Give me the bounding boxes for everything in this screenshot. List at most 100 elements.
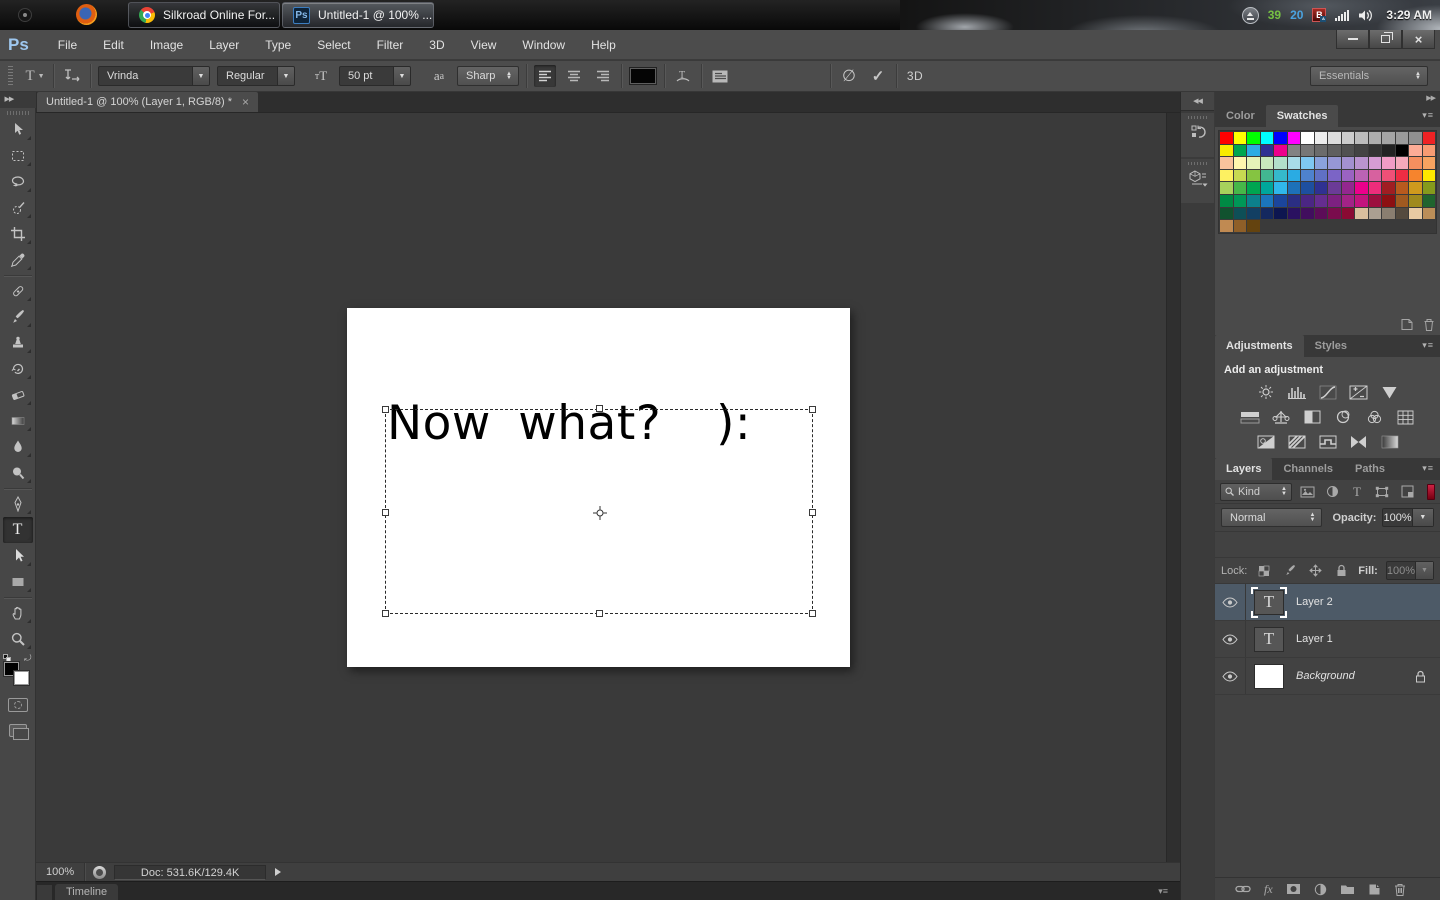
3d-button[interactable]: 3D	[904, 65, 926, 87]
new-adjustment-layer-icon[interactable]	[1314, 883, 1327, 896]
zoom-tool[interactable]	[3, 626, 33, 652]
color-swatch[interactable]	[1396, 157, 1409, 169]
document-tab-close-icon[interactable]: ×	[242, 96, 249, 108]
selective-color-icon[interactable]	[1377, 433, 1402, 451]
handle-top-right[interactable]	[809, 406, 816, 413]
color-swatch[interactable]	[1369, 195, 1382, 207]
align-left-button[interactable]	[534, 65, 556, 87]
opacity-field[interactable]: 100% ▼	[1382, 508, 1434, 527]
color-swatch[interactable]	[1234, 220, 1247, 232]
color-swatch[interactable]	[1315, 157, 1328, 169]
type-tool[interactable]: T	[3, 517, 33, 543]
menu-window[interactable]: Window	[509, 30, 578, 60]
color-swatch[interactable]	[1220, 182, 1233, 194]
tools-grip[interactable]	[7, 111, 29, 115]
expand-panels-icon[interactable]: ◀◀	[1181, 92, 1214, 111]
clone-stamp-tool[interactable]	[3, 330, 33, 356]
color-swatch[interactable]	[1220, 208, 1233, 220]
color-swatch[interactable]	[1369, 182, 1382, 194]
color-swatch[interactable]	[1382, 145, 1395, 157]
menu-select[interactable]: Select	[304, 30, 363, 60]
lock-all-icon[interactable]	[1333, 563, 1351, 579]
curves-icon[interactable]	[1315, 383, 1340, 401]
add-layer-mask-icon[interactable]	[1286, 883, 1301, 895]
color-swatch[interactable]	[1288, 195, 1301, 207]
transform-reference-point[interactable]	[593, 506, 607, 520]
text-orientation-icon[interactable]	[61, 65, 83, 87]
quick-mask-button[interactable]	[8, 698, 28, 712]
new-group-icon[interactable]	[1340, 883, 1355, 895]
color-swatch[interactable]	[1247, 208, 1260, 220]
color-swatch[interactable]	[1423, 208, 1436, 220]
lock-transparent-pixels-icon[interactable]	[1255, 563, 1273, 579]
color-swatch[interactable]	[1355, 182, 1368, 194]
blend-mode-select[interactable]: Normal ▲▼	[1221, 508, 1322, 527]
color-swatch[interactable]	[1247, 170, 1260, 182]
dodge-tool[interactable]	[3, 460, 33, 486]
canvas-page[interactable]: Now what? ):	[347, 308, 850, 667]
color-swatch[interactable]	[1288, 182, 1301, 194]
hue-saturation-icon[interactable]	[1238, 408, 1263, 426]
new-swatch-icon[interactable]	[1400, 318, 1414, 331]
color-swatch[interactable]	[1234, 157, 1247, 169]
color-swatch[interactable]	[1274, 157, 1287, 169]
handle-top-center[interactable]	[596, 405, 603, 412]
brightness-contrast-icon[interactable]	[1253, 383, 1278, 401]
layer-name[interactable]: Layer 1	[1296, 633, 1333, 645]
link-layers-icon[interactable]	[1235, 884, 1251, 894]
color-swatch[interactable]	[1423, 195, 1436, 207]
color-swatch[interactable]	[1247, 157, 1260, 169]
color-swatch[interactable]	[1247, 195, 1260, 207]
align-right-button[interactable]	[592, 65, 614, 87]
eraser-tool[interactable]	[3, 382, 33, 408]
color-swatch[interactable]	[1369, 157, 1382, 169]
clock[interactable]: 3:29 AM	[1386, 8, 1432, 22]
handle-bottom-right[interactable]	[809, 610, 816, 617]
handle-middle-left[interactable]	[382, 509, 389, 516]
font-family-dropdown-icon[interactable]: ▼	[192, 67, 209, 85]
color-swatch[interactable]	[1301, 208, 1314, 220]
gradient-map-icon[interactable]	[1346, 433, 1371, 451]
color-swatch[interactable]	[1247, 182, 1260, 194]
color-swatch[interactable]	[1315, 208, 1328, 220]
color-swatch[interactable]	[1288, 132, 1301, 144]
color-swatch[interactable]	[1328, 195, 1341, 207]
color-swatch[interactable]	[1234, 182, 1247, 194]
minimize-button[interactable]	[1336, 30, 1369, 49]
color-swatch[interactable]	[1247, 132, 1260, 144]
color-swatch[interactable]	[1423, 132, 1436, 144]
color-swatch[interactable]	[1355, 195, 1368, 207]
color-swatch[interactable]	[1396, 182, 1409, 194]
color-swatch[interactable]	[1369, 208, 1382, 220]
layer-row-background[interactable]: Background	[1215, 658, 1440, 695]
menu-layer[interactable]: Layer	[196, 30, 252, 60]
color-swatch[interactable]	[1234, 208, 1247, 220]
taskbar-button-browser[interactable]: Silkroad Online For...	[128, 2, 280, 28]
color-lookup-icon[interactable]	[1393, 408, 1418, 426]
layer-thumbnail-type[interactable]: T	[1254, 590, 1284, 615]
crop-tool[interactable]	[3, 221, 33, 247]
menu-filter[interactable]: Filter	[364, 30, 417, 60]
color-swatch[interactable]	[1355, 145, 1368, 157]
layer-name[interactable]: Layer 2	[1296, 596, 1333, 608]
color-swatch[interactable]	[1423, 157, 1436, 169]
color-swatch[interactable]	[1234, 170, 1247, 182]
lock-position-icon[interactable]	[1307, 563, 1325, 579]
tray-counter-green[interactable]: 39	[1268, 8, 1281, 22]
color-swatch[interactable]	[1247, 145, 1260, 157]
warp-text-icon[interactable]: T	[672, 65, 694, 87]
align-center-button[interactable]	[563, 65, 585, 87]
new-layer-icon[interactable]	[1368, 883, 1381, 896]
color-swatch[interactable]	[1342, 157, 1355, 169]
menu-help[interactable]: Help	[578, 30, 629, 60]
color-swatch[interactable]	[1288, 208, 1301, 220]
color-swatch[interactable]	[1261, 208, 1274, 220]
delete-layer-trash-icon[interactable]	[1394, 883, 1406, 896]
color-swatch[interactable]	[1261, 132, 1274, 144]
color-swatch[interactable]	[1274, 132, 1287, 144]
anti-alias-select[interactable]: Sharp ▲▼	[457, 66, 519, 86]
exposure-icon[interactable]	[1346, 383, 1371, 401]
color-swatch[interactable]	[1220, 145, 1233, 157]
status-options-arrow-icon[interactable]	[275, 868, 281, 876]
color-swatch[interactable]	[1301, 170, 1314, 182]
